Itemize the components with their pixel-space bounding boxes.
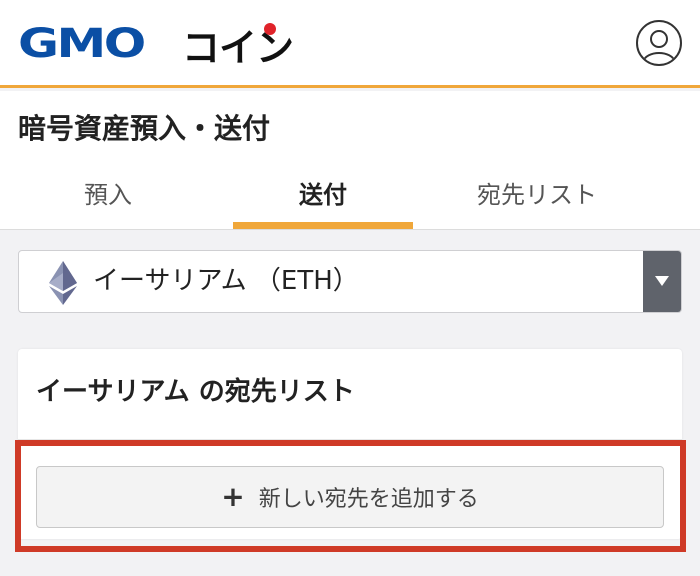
ethereum-icon — [47, 261, 79, 305]
tab-send[interactable]: 送付 — [233, 175, 413, 229]
tab-bar: 預入 送付 宛先リスト — [0, 175, 700, 229]
logo-red-dot — [264, 22, 276, 35]
currency-select[interactable]: イーサリアム （ETH） — [18, 250, 682, 313]
active-tab-indicator — [233, 222, 413, 229]
address-list-title: イーサリアム の宛先リスト — [36, 377, 355, 407]
tab-address-list[interactable]: 宛先リスト — [447, 175, 627, 229]
page-title: 暗号資産預入・送付 — [18, 112, 271, 145]
add-address-button[interactable]: + 新しい宛先を追加する — [36, 466, 664, 528]
app-header: GMO コイン — [0, 0, 700, 88]
caret-down-icon[interactable] — [643, 251, 681, 312]
currency-select-value: イーサリアム （ETH） — [93, 266, 359, 296]
gmo-coin-logo[interactable]: GMO コイン — [18, 21, 294, 70]
title-area: 暗号資産預入・送付 預入 送付 宛先リスト — [0, 91, 700, 229]
logo-coin-text: コイン — [182, 17, 294, 72]
tab-deposit[interactable]: 預入 — [18, 175, 198, 229]
tab-divider — [0, 229, 700, 230]
plus-icon: + — [221, 480, 245, 513]
add-address-label: 新しい宛先を追加する — [258, 487, 479, 512]
user-icon[interactable] — [636, 20, 682, 66]
